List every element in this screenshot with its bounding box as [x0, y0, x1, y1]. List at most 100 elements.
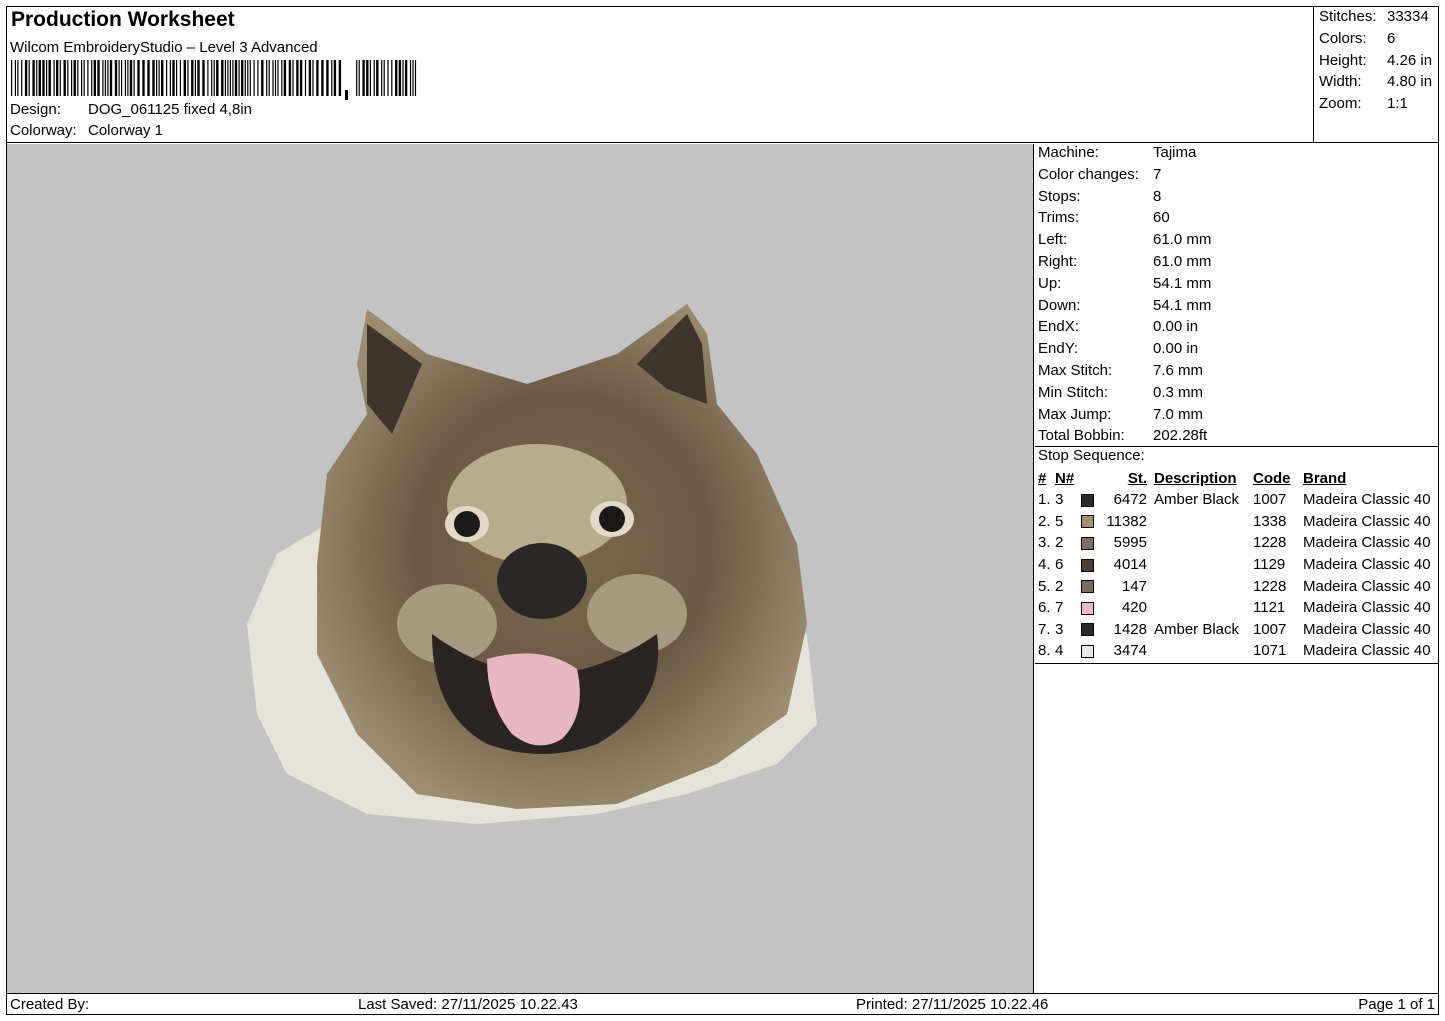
info-row: Stops: 8 [1038, 187, 1162, 205]
row-stitches: 5995 [1113, 534, 1147, 552]
barcode [11, 60, 417, 100]
table-row: 1. 3 6472 Amber Black 1007 Madeira Classic 40 [1035, 489, 1437, 511]
color-swatch [1081, 601, 1094, 615]
color-swatch-cell [1081, 511, 1103, 533]
software-name: Wilcom EmbroideryStudio – Level 3 Advanc… [10, 39, 318, 56]
row-brand: Madeira Classic 40 [1303, 512, 1431, 530]
row-code: 1129 [1253, 556, 1286, 574]
colorway-row: Colorway: Colorway 1 [10, 122, 163, 139]
design-preview [7, 144, 1034, 993]
row-num: 7. [1038, 620, 1051, 638]
colorway-value: Colorway 1 [88, 122, 164, 139]
table-row: 8. 4 3474 1071 Madeira Classic 40 [1035, 640, 1437, 662]
row-num: 8. [1038, 642, 1051, 660]
color-swatch [1081, 493, 1094, 507]
row-description: Amber Black [1154, 620, 1240, 638]
color-swatch [1081, 515, 1094, 529]
row-code: 1007 [1253, 491, 1287, 509]
row-brand: Madeira Classic 40 [1303, 491, 1431, 509]
row-stitches: 1428 [1113, 620, 1147, 638]
machine-info-panel: Machine: Tajima Color changes: 7 Stops: 8 T… [1035, 144, 1439, 449]
row-num: 4. [1038, 556, 1051, 574]
info-row: Right: 61.0 mm [1038, 252, 1212, 270]
row-needle: 2 [1055, 534, 1064, 552]
row-code: 1338 [1253, 512, 1287, 530]
info-row: Max Stitch: 7.6 mm [1038, 361, 1204, 379]
summary-row: Width: 4.80 in [1319, 73, 1433, 91]
color-swatch [1081, 580, 1094, 594]
row-brand: Madeira Classic 40 [1303, 534, 1431, 552]
row-needle: 5 [1055, 512, 1064, 530]
dog-embroidery-image [247, 304, 817, 824]
summary-row: Stitches: 33334 [1319, 8, 1429, 25]
summary-row: Colors: 6 [1319, 29, 1396, 47]
row-needle: 3 [1055, 491, 1064, 509]
info-row: Min Stitch: 0.3 mm [1038, 383, 1204, 401]
color-swatch-cell [1081, 575, 1103, 597]
stop-sequence-title: Stop Sequence: [1038, 447, 1145, 464]
row-description [1147, 597, 1253, 619]
color-swatch [1081, 623, 1094, 637]
row-stitches: 6472 [1113, 491, 1147, 509]
color-swatch-cell [1081, 532, 1103, 554]
summary-row: Zoom: 1:1 [1319, 95, 1408, 113]
row-description [1147, 575, 1253, 597]
info-row: Machine: Tajima [1038, 144, 1197, 161]
row-code: 1228 [1253, 534, 1287, 552]
row-num: 1. [1038, 491, 1051, 509]
created-by: Created By: [10, 996, 90, 1013]
color-swatch [1081, 644, 1094, 658]
row-code: 1121 [1253, 599, 1286, 617]
design-row: Design: DOG_061125 fixed 4,8in [10, 101, 252, 118]
col-stitches: St. [1127, 470, 1147, 487]
row-num: 5. [1038, 577, 1051, 595]
info-row: Down: 54.1 mm [1038, 296, 1212, 314]
info-row: Max Jump: 7.0 mm [1038, 405, 1204, 423]
row-num: 2. [1038, 512, 1051, 530]
row-description [1147, 640, 1253, 662]
row-needle: 7 [1055, 599, 1064, 617]
row-code: 1071 [1253, 642, 1287, 660]
row-num: 6. [1038, 599, 1051, 617]
color-swatch [1081, 558, 1094, 572]
row-stitches: 147 [1121, 577, 1147, 595]
col-description: Description [1154, 470, 1237, 487]
summary-row: Height: 4.26 in [1319, 51, 1433, 69]
stop-sequence-table: # N# St. Description Code Brand 1. 3 6472 A… [1035, 468, 1437, 662]
page-number: Page 1 of 1 [1358, 996, 1435, 1013]
stop-sequence-panel: Stop Sequence: # N# St. Description Code… [1035, 447, 1439, 662]
row-brand: Madeira Classic 40 [1303, 620, 1431, 638]
row-needle: 3 [1055, 620, 1064, 638]
color-swatch-cell [1081, 597, 1103, 619]
info-row: EndX: 0.00 in [1038, 318, 1199, 336]
worksheet-header: Production Worksheet Wilcom EmbroiderySt… [6, 6, 1314, 143]
info-row: Trims: 60 [1038, 209, 1170, 227]
row-needle: 6 [1055, 556, 1064, 574]
row-needle: 4 [1055, 642, 1064, 660]
color-swatch-cell [1081, 489, 1103, 511]
printed-date: Printed: 27/11/2025 10.22.46 [856, 996, 1049, 1013]
table-row: 2. 5 11382 1338 Madeira Classic 40 [1035, 511, 1437, 533]
color-swatch-cell [1081, 640, 1103, 662]
table-header: # N# St. Description Code Brand [1035, 468, 1437, 489]
row-description [1147, 511, 1253, 533]
row-code: 1228 [1253, 577, 1287, 595]
info-row: Left: 61.0 mm [1038, 231, 1212, 249]
row-stitches: 11382 [1106, 512, 1147, 530]
row-stitches: 3474 [1113, 642, 1147, 660]
table-row: 3. 2 5995 1228 Madeira Classic 40 [1035, 532, 1437, 554]
row-stitches: 4014 [1113, 556, 1147, 574]
table-row: 6. 7 420 1121 Madeira Classic 40 [1035, 597, 1437, 619]
colorway-label: Colorway: [10, 122, 77, 139]
table-row: 5. 2 147 1228 Madeira Classic 40 [1035, 575, 1437, 597]
info-row: Up: 54.1 mm [1038, 274, 1212, 292]
row-needle: 2 [1055, 577, 1064, 595]
table-row: 7. 3 1428 Amber Black 1007 Madeira Classic 40 [1035, 619, 1437, 641]
table-row: 4. 6 4014 1129 Madeira Classic 40 [1035, 554, 1437, 576]
divider [1035, 663, 1439, 664]
design-label: Design: [10, 101, 61, 118]
color-swatch [1081, 537, 1094, 551]
col-needle: N# [1055, 470, 1075, 487]
row-brand: Madeira Classic 40 [1303, 599, 1431, 617]
row-code: 1007 [1253, 620, 1287, 638]
